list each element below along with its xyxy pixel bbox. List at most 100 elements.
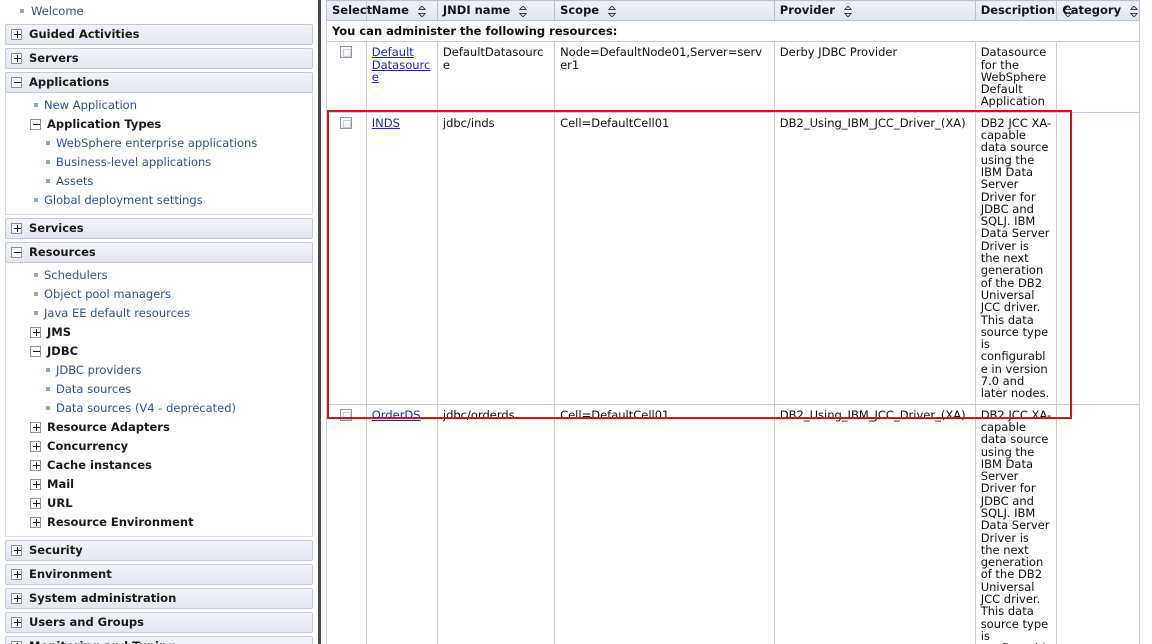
sidebar-group-label: Cache instances bbox=[47, 458, 152, 472]
sidebar-group-label: JMS bbox=[47, 325, 72, 339]
sidebar-item-label: Schedulers bbox=[44, 268, 108, 282]
sidebar-section-system-administration[interactable]: System administration bbox=[5, 588, 313, 609]
sidebar-item-welcome[interactable]: Welcome bbox=[5, 2, 313, 21]
sidebar-section-services[interactable]: Services bbox=[5, 218, 313, 239]
sidebar-group-application-types[interactable]: Application Types bbox=[6, 115, 312, 134]
expand-plus-icon[interactable] bbox=[30, 498, 41, 509]
bullet-icon bbox=[34, 292, 38, 296]
sidebar-item-label: New Application bbox=[44, 98, 137, 112]
sidebar-item-label: Welcome bbox=[31, 4, 84, 18]
sidebar-item-schedulers[interactable]: Schedulers bbox=[6, 266, 312, 285]
datasource-link[interactable]: INDS bbox=[372, 116, 400, 130]
expand-plus-icon[interactable] bbox=[11, 545, 22, 556]
bullet-icon bbox=[20, 9, 24, 13]
sidebar-section-environment[interactable]: Environment bbox=[5, 564, 313, 585]
row-name-cell: OrderDS bbox=[365, 403, 438, 644]
sidebar-group-resource-environment[interactable]: Resource Environment bbox=[6, 513, 312, 532]
sidebar-item-java-ee-default-resources[interactable]: Java EE default resources bbox=[6, 304, 312, 323]
sort-icon[interactable] bbox=[1130, 6, 1139, 17]
collapse-minus-icon[interactable] bbox=[30, 346, 41, 357]
data-sources-table: Select Name JNDI name Scope Provider Des… bbox=[326, 0, 1140, 644]
column-header-provider[interactable]: Provider bbox=[773, 0, 976, 21]
expand-plus-icon[interactable] bbox=[30, 327, 41, 338]
bullet-icon bbox=[34, 311, 38, 315]
websphere-admin-console: Welcome Guided Activities Servers Applic… bbox=[0, 0, 1152, 644]
datasource-link[interactable]: Default Datasource bbox=[372, 45, 431, 84]
expand-plus-icon[interactable] bbox=[30, 517, 41, 528]
sort-icon[interactable] bbox=[519, 6, 528, 17]
sidebar-group-label: Application Types bbox=[47, 117, 162, 131]
collapse-minus-icon[interactable] bbox=[11, 77, 22, 88]
sidebar-section-monitoring-and-tuning[interactable]: Monitoring and Tuning bbox=[5, 636, 313, 644]
bullet-icon bbox=[46, 160, 50, 164]
sidebar-group-mail[interactable]: Mail bbox=[6, 475, 312, 494]
sidebar-item-business-level-applications[interactable]: Business-level applications bbox=[6, 153, 312, 172]
sidebar-item-new-application[interactable]: New Application bbox=[6, 96, 312, 115]
datasource-link[interactable]: OrderDS bbox=[372, 408, 421, 422]
expand-plus-icon[interactable] bbox=[30, 422, 41, 433]
expand-plus-icon[interactable] bbox=[11, 223, 22, 234]
sidebar-section-applications[interactable]: Applications bbox=[5, 72, 313, 93]
sidebar-group-resource-adapters[interactable]: Resource Adapters bbox=[6, 418, 312, 437]
sidebar-item-assets[interactable]: Assets bbox=[6, 172, 312, 191]
row-checkbox[interactable] bbox=[340, 116, 353, 129]
bullet-icon bbox=[34, 198, 38, 202]
row-select-cell bbox=[326, 111, 367, 405]
row-select-cell bbox=[326, 41, 367, 113]
sort-icon[interactable] bbox=[843, 6, 852, 17]
sidebar-group-cache-instances[interactable]: Cache instances bbox=[6, 456, 312, 475]
sidebar-section-security[interactable]: Security bbox=[5, 540, 313, 561]
column-header-scope[interactable]: Scope bbox=[554, 0, 775, 21]
main-content: Select Name JNDI name Scope Provider Des… bbox=[318, 0, 1152, 644]
column-header-name[interactable]: Name bbox=[365, 0, 438, 21]
expand-plus-icon[interactable] bbox=[30, 460, 41, 471]
expand-plus-icon[interactable] bbox=[30, 479, 41, 490]
sidebar-item-label: Data sources (V4 - deprecated) bbox=[56, 401, 237, 415]
sidebar-section-users-and-groups[interactable]: Users and Groups bbox=[5, 612, 313, 633]
sidebar-item-label: JDBC providers bbox=[56, 363, 142, 377]
expand-plus-icon[interactable] bbox=[11, 29, 22, 40]
bullet-icon bbox=[46, 387, 50, 391]
expand-plus-icon[interactable] bbox=[30, 441, 41, 452]
sort-icon[interactable] bbox=[417, 6, 426, 17]
sidebar-item-jdbc-providers[interactable]: JDBC providers bbox=[6, 361, 312, 380]
table-banner-row: You can administer the following resourc… bbox=[326, 19, 1140, 43]
section-label: Environment bbox=[29, 567, 112, 581]
column-header-jndi-name[interactable]: JNDI name bbox=[436, 0, 556, 21]
expand-plus-icon[interactable] bbox=[11, 593, 22, 604]
row-provider-cell: DB2_Using_IBM_JCC_Driver_(XA) bbox=[773, 111, 976, 405]
section-label: Monitoring and Tuning bbox=[29, 639, 175, 644]
sidebar-item-websphere-enterprise-applications[interactable]: WebSphere enterprise applications bbox=[6, 134, 312, 153]
sidebar-item-data-sources-v4-deprecated[interactable]: Data sources (V4 - deprecated) bbox=[6, 399, 312, 418]
sort-icon[interactable] bbox=[1064, 6, 1073, 17]
expand-plus-icon[interactable] bbox=[11, 569, 22, 580]
row-checkbox[interactable] bbox=[340, 408, 353, 421]
section-label: Guided Activities bbox=[29, 27, 140, 41]
sidebar-section-servers[interactable]: Servers bbox=[5, 48, 313, 69]
sidebar-group-concurrency[interactable]: Concurrency bbox=[6, 437, 312, 456]
row-checkbox[interactable] bbox=[340, 46, 353, 59]
row-provider-cell: DB2_Using_IBM_JCC_Driver_(XA) bbox=[773, 403, 976, 644]
sidebar-content: Welcome Guided Activities Servers Applic… bbox=[5, 0, 313, 644]
sidebar-group-jdbc[interactable]: JDBC bbox=[6, 342, 312, 361]
expand-plus-icon[interactable] bbox=[11, 53, 22, 64]
sidebar-item-label: Business-level applications bbox=[56, 155, 212, 169]
sidebar-section-resources[interactable]: Resources bbox=[5, 242, 313, 263]
row-description-cell: Datasource for the WebSphere Default App… bbox=[974, 41, 1058, 113]
column-header-description[interactable]: Description bbox=[974, 0, 1073, 21]
sidebar-section-guided-activities[interactable]: Guided Activities bbox=[5, 24, 313, 45]
section-label: Applications bbox=[29, 75, 110, 89]
sidebar-group-jms[interactable]: JMS bbox=[6, 323, 312, 342]
sidebar-item-data-sources[interactable]: Data sources bbox=[6, 380, 312, 399]
collapse-minus-icon[interactable] bbox=[30, 119, 41, 130]
collapse-minus-icon[interactable] bbox=[11, 247, 22, 258]
column-header-select[interactable]: Select bbox=[326, 0, 372, 21]
sidebar-item-object-pool-managers[interactable]: Object pool managers bbox=[6, 285, 312, 304]
sort-icon[interactable] bbox=[608, 6, 617, 17]
sidebar-item-label: WebSphere enterprise applications bbox=[56, 136, 258, 150]
sidebar-item-global-deployment-settings[interactable]: Global deployment settings bbox=[6, 191, 312, 210]
section-label: Resources bbox=[29, 245, 96, 259]
section-label: Security bbox=[29, 543, 83, 557]
expand-plus-icon[interactable] bbox=[11, 617, 22, 628]
sidebar-group-url[interactable]: URL bbox=[6, 494, 312, 513]
